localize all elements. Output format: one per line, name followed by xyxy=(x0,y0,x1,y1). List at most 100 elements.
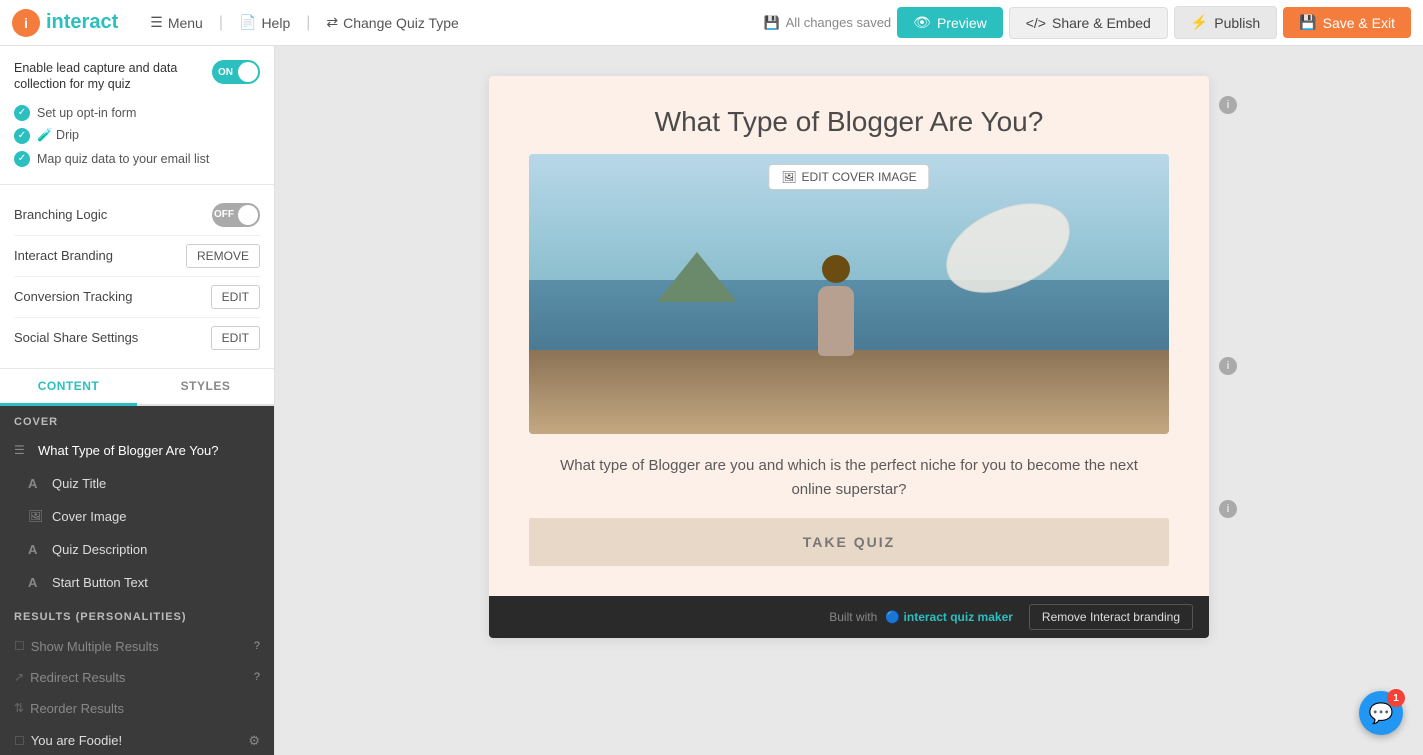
edit-conversion-button[interactable]: EDIT xyxy=(211,285,260,309)
results-header: RESULTS (PERSONALITIES) xyxy=(0,603,274,631)
checklist-item-drip[interactable]: ✓ 🧪 Drip xyxy=(14,128,260,144)
remove-branding-button[interactable]: REMOVE xyxy=(186,244,260,268)
toggle-on-label: ON xyxy=(218,67,233,78)
share-embed-button[interactable]: </> Share & Embed xyxy=(1009,7,1168,39)
save-status: 💾 All changes saved xyxy=(763,15,891,31)
quiz-description-edit-item[interactable]: A Quiz Description xyxy=(0,533,274,566)
help-button[interactable]: 📄 Help xyxy=(229,9,300,36)
show-multiple-help-icon[interactable]: ? xyxy=(254,640,260,652)
lead-capture-row: Enable lead capture and data collection … xyxy=(14,60,260,93)
checklist-item-optin[interactable]: ✓ Set up opt-in form xyxy=(14,105,260,121)
reorder-results-label: Reorder Results xyxy=(30,701,124,716)
branding-bar: Built with 🔵 interact quiz maker Remove … xyxy=(489,596,1209,638)
brand-icon: i xyxy=(12,9,40,37)
cover-image-edit-item[interactable]: 🖼 Cover Image xyxy=(0,500,274,533)
info-dot-desc[interactable]: i xyxy=(1219,500,1237,518)
start-button-edit-item[interactable]: A Start Button Text xyxy=(0,566,274,599)
check-icon-2: ✓ xyxy=(14,128,30,144)
take-quiz-button[interactable]: TAKE QUIZ xyxy=(529,518,1169,566)
tab-content[interactable]: CONTENT xyxy=(0,369,137,406)
main-layout: Enable lead capture and data collection … xyxy=(0,46,1423,755)
quiz-card: What Type of Blogger Are You? xyxy=(489,76,1209,638)
bolt-icon: ⚡ xyxy=(1191,14,1208,31)
save-exit-button[interactable]: 💾 Save & Exit xyxy=(1283,7,1411,38)
change-type-icon: ⇄ xyxy=(326,14,338,31)
brand-logo[interactable]: i interact xyxy=(12,9,118,37)
branching-logic-label: Branching Logic xyxy=(14,207,107,222)
remove-branding-button-card[interactable]: Remove Interact branding xyxy=(1029,604,1193,630)
cover-image xyxy=(529,154,1169,434)
redirect-help-icon[interactable]: ? xyxy=(254,671,260,683)
redirect-icon: ↗ xyxy=(14,670,24,684)
edit-social-button[interactable]: EDIT xyxy=(211,326,260,350)
show-multiple-results-item[interactable]: ☐ Show Multiple Results ? xyxy=(0,631,274,662)
start-btn-letter-icon: A xyxy=(28,575,44,590)
cover-image-icon: 🖼 xyxy=(28,509,44,523)
interact-branding-label: Interact Branding xyxy=(14,248,113,263)
lead-capture-label: Enable lead capture and data collection … xyxy=(14,60,204,93)
you-are-foodie-item[interactable]: ☐ You are Foodie! ⚙ xyxy=(0,724,274,755)
quiz-card-title: What Type of Blogger Are You? xyxy=(489,76,1209,154)
built-with-label: Built with xyxy=(829,610,877,624)
check-icon-3: ✓ xyxy=(14,151,30,167)
eye-icon: 👁 xyxy=(913,14,931,31)
you-are-foodie-label: You are Foodie! xyxy=(31,733,122,748)
menu-button[interactable]: ☰ Menu xyxy=(140,9,213,36)
drag-icon: ☰ xyxy=(14,443,30,457)
publish-button[interactable]: ⚡ Publish xyxy=(1174,6,1277,39)
social-share-row: Social Share Settings EDIT xyxy=(14,318,260,358)
toggle-off-knob xyxy=(238,205,258,225)
sidebar: Enable lead capture and data collection … xyxy=(0,46,275,755)
save-exit-icon: 💾 xyxy=(1299,14,1316,31)
quiz-description-item-label: Quiz Description xyxy=(52,542,147,557)
conversion-tracking-label: Conversion Tracking xyxy=(14,289,133,304)
save-icon: 💾 xyxy=(763,15,779,31)
quiz-title-tree-item[interactable]: ☰ What Type of Blogger Are You? xyxy=(0,434,274,467)
top-nav: i interact ☰ Menu | 📄 Help | ⇄ Change Qu… xyxy=(0,0,1423,46)
social-share-label: Social Share Settings xyxy=(14,330,138,345)
cover-image-item-label: Cover Image xyxy=(52,509,126,524)
conversion-tracking-row: Conversion Tracking EDIT xyxy=(14,277,260,318)
content-style-tabs: CONTENT STYLES xyxy=(0,369,274,406)
help-icon: 📄 xyxy=(239,14,256,31)
sidebar-tree: COVER ☰ What Type of Blogger Are You? A … xyxy=(0,406,274,755)
info-dot-image[interactable]: i xyxy=(1219,357,1237,375)
chat-bubble-button[interactable]: 💬 1 xyxy=(1359,691,1403,735)
branching-logic-toggle[interactable]: OFF xyxy=(212,203,260,227)
reorder-results-item[interactable]: ⇅ Reorder Results xyxy=(0,693,274,724)
preview-button[interactable]: 👁 Preview xyxy=(897,7,1003,38)
interact-logo-small: 🔵 interact quiz maker xyxy=(885,610,1013,624)
quiz-title-letter-icon: A xyxy=(28,476,44,491)
quiz-title-item-label: Quiz Title xyxy=(52,476,106,491)
tab-styles[interactable]: STYLES xyxy=(137,369,274,404)
edit-cover-image-button[interactable]: 🖼 EDIT COVER IMAGE xyxy=(768,164,929,190)
drip-label: 🧪 Drip xyxy=(37,128,79,143)
optin-label: Set up opt-in form xyxy=(37,106,136,120)
quiz-title-edit-item[interactable]: A Quiz Title xyxy=(0,467,274,500)
quiz-card-wrapper: What Type of Blogger Are You? xyxy=(489,76,1209,638)
main-content: What Type of Blogger Are You? xyxy=(275,46,1423,755)
code-icon: </> xyxy=(1026,15,1046,31)
image-icon: 🖼 xyxy=(781,170,796,184)
results-section: RESULTS (PERSONALITIES) ☐ Show Multiple … xyxy=(0,603,274,755)
toggle-off-label: OFF xyxy=(214,209,234,220)
chat-notification-badge: 1 xyxy=(1387,689,1405,707)
checkbox-icon: ☐ xyxy=(14,639,25,653)
lead-capture-toggle[interactable]: ON xyxy=(212,60,260,84)
menu-icon: ☰ xyxy=(150,14,163,31)
checklist-item-map[interactable]: ✓ Map quiz data to your email list xyxy=(14,151,260,167)
gear-icon[interactable]: ⚙ xyxy=(248,733,260,749)
show-multiple-label: Show Multiple Results xyxy=(31,639,159,654)
quiz-title-tree-label: What Type of Blogger Are You? xyxy=(38,443,218,458)
quiz-desc-letter-icon: A xyxy=(28,542,44,557)
redirect-results-item[interactable]: ↗ Redirect Results ? xyxy=(0,662,274,693)
start-button-item-label: Start Button Text xyxy=(52,575,148,590)
reorder-icon: ⇅ xyxy=(14,701,24,715)
cover-section-header: COVER xyxy=(0,406,274,434)
quiz-description: What type of Blogger are you and which i… xyxy=(489,434,1209,518)
map-label: Map quiz data to your email list xyxy=(37,152,209,166)
info-dot-title[interactable]: i xyxy=(1219,96,1237,114)
check-icon: ✓ xyxy=(14,105,30,121)
change-quiz-type-button[interactable]: ⇄ Change Quiz Type xyxy=(316,9,468,36)
redirect-results-label: Redirect Results xyxy=(30,670,125,685)
